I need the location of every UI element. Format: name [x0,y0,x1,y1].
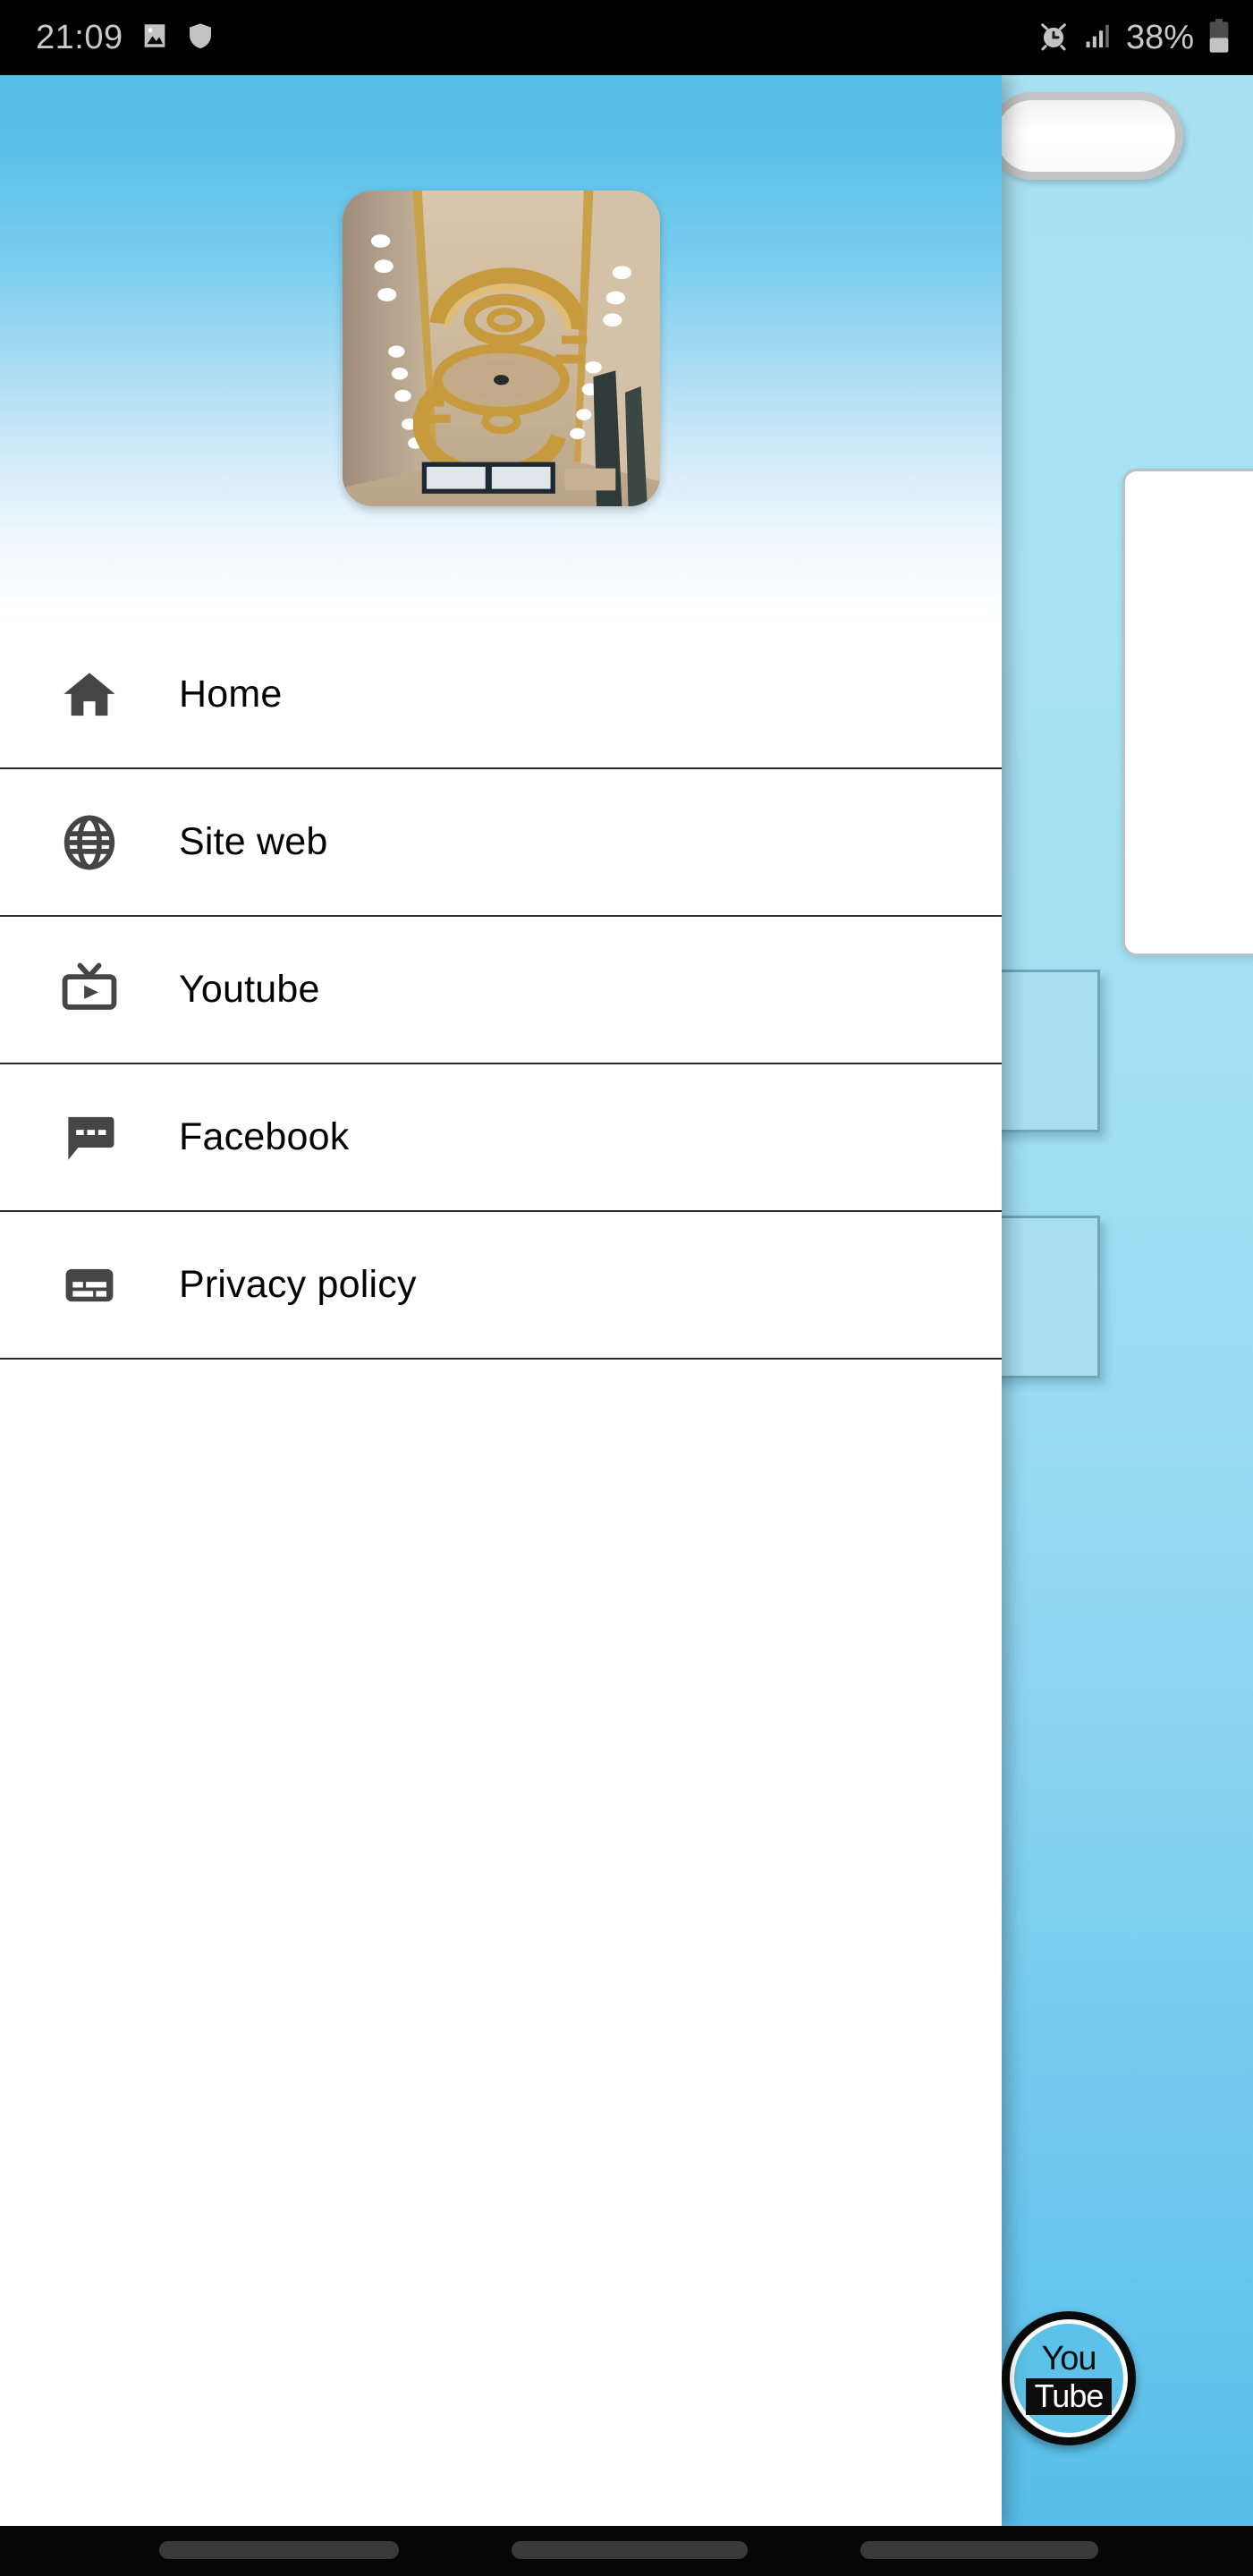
youtube-badge-line2: Tube [1025,2377,1113,2416]
background-side-panel [1122,469,1253,956]
sidebar-item-label: Youtube [179,968,320,1011]
home-icon [0,665,179,724]
sidebar-item-label: Facebook [179,1115,350,1158]
youtube-badge-line1: You [1041,2339,1096,2377]
drawer-menu: Home Site web Youtube Facebook Privacy p… [0,622,1002,1360]
alarm-clock-icon [1037,19,1071,57]
status-bar: 21:09 38% [0,0,1253,75]
system-navigation-bar [0,2526,1253,2576]
signal-bars-icon [1083,21,1113,55]
sidebar-item-privacy-policy[interactable]: Privacy policy [0,1212,1002,1360]
navigation-drawer: Home Site web Youtube Facebook Privacy p… [0,75,1002,2528]
false-ceiling-photo-icon [342,191,660,506]
sidebar-item-label: Privacy policy [179,1263,417,1306]
sidebar-item-youtube[interactable]: Youtube [0,917,1002,1064]
drawer-header [0,75,1002,622]
nav-gesture-pill[interactable] [512,2541,748,2559]
subtitles-icon [0,1256,179,1315]
image-icon [140,21,170,55]
sidebar-item-label: Site web [179,820,328,863]
sidebar-item-home[interactable]: Home [0,622,1002,769]
status-bar-left: 21:09 [36,19,215,57]
battery-percent-label: 38% [1125,18,1194,56]
phone-screen: You Tube Home Site web Youtube Facebook … [0,0,1253,2576]
sidebar-item-label: Home [179,673,283,716]
nav-gesture-pill[interactable] [159,2541,399,2559]
chat-bubble-icon [0,1108,179,1167]
nav-gesture-pill[interactable] [860,2541,1098,2559]
youtube-badge-button[interactable]: You Tube [1002,2311,1136,2445]
globe-icon [0,813,179,872]
app-logo [342,191,660,506]
sidebar-item-site-web[interactable]: Site web [0,769,1002,917]
battery-icon [1206,18,1232,58]
background-search-pill[interactable] [988,92,1183,180]
shield-icon [186,21,215,55]
status-bar-right: 38% [1037,18,1232,58]
tv-play-icon [0,959,179,1021]
sidebar-item-facebook[interactable]: Facebook [0,1064,1002,1212]
status-bar-clock: 21:09 [36,18,123,56]
